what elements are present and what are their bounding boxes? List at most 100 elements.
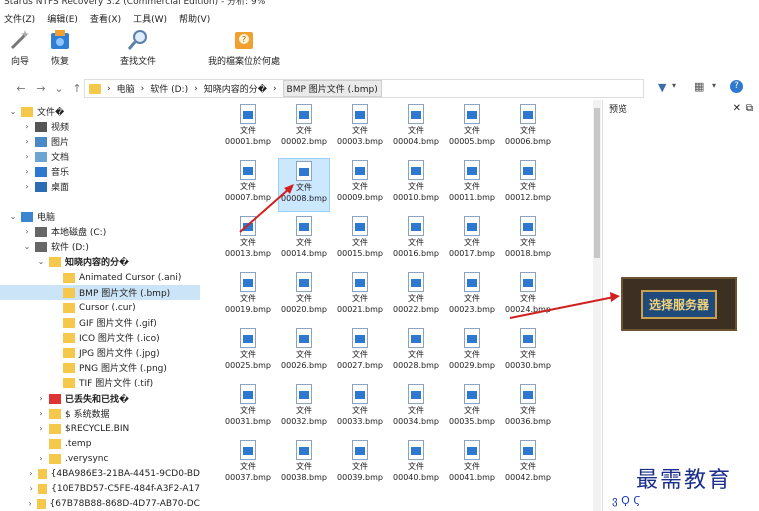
filter-dropdown-icon[interactable]: ▾ xyxy=(672,81,676,90)
tree-item[interactable]: ICO 图片文件 (.ico) xyxy=(0,330,200,345)
file-item[interactable]: 文件 00011.bmp xyxy=(446,158,498,212)
tree-item[interactable]: GIF 图片文件 (.gif) xyxy=(0,315,200,330)
tree-item[interactable]: › .verysync xyxy=(0,451,200,466)
file-item[interactable]: 文件 00004.bmp xyxy=(390,102,442,156)
back-arrow-icon[interactable]: ← xyxy=(14,82,28,95)
file-item[interactable]: 文件 00031.bmp xyxy=(222,382,274,436)
tree-toggle-icon[interactable]: › xyxy=(27,469,35,478)
tree-item[interactable]: › $RECYCLE.BIN xyxy=(0,421,200,436)
file-item[interactable]: 文件 00008.bmp xyxy=(278,158,330,212)
tree-toggle-icon[interactable]: ⌄ xyxy=(22,242,32,251)
tree-toggle-icon[interactable]: › xyxy=(22,137,32,146)
tree-toggle-icon[interactable]: › xyxy=(36,394,46,403)
grid-scrollbar[interactable] xyxy=(593,100,601,511)
tree-item[interactable]: › 本地磁盘 (C:) xyxy=(0,224,200,239)
file-item[interactable]: 文件 00022.bmp xyxy=(390,270,442,324)
tree-item[interactable]: › 音乐 xyxy=(0,164,200,179)
tree-item[interactable]: › 文档 xyxy=(0,149,200,164)
scrollbar-thumb[interactable] xyxy=(594,108,600,258)
file-item[interactable]: 文件 00002.bmp xyxy=(278,102,330,156)
file-item[interactable]: 文件 00019.bmp xyxy=(222,270,274,324)
breadcrumb[interactable]: › 电脑 › 软件 (D:) › 知晓内容的分� › BMP 图片文件 (.bmp) xyxy=(84,79,644,98)
tree-item[interactable]: › 桌面 xyxy=(0,179,200,194)
tree-item[interactable]: › 图片 xyxy=(0,134,200,149)
help-icon[interactable]: ? xyxy=(730,80,743,93)
up-arrow-icon[interactable]: ↑ xyxy=(70,82,84,95)
menu-item[interactable]: 文件(Z) xyxy=(4,12,35,25)
file-location-help-button[interactable]: ? 我的檔案位於何處 xyxy=(208,28,280,67)
chevron-down-icon[interactable]: ⌄ xyxy=(52,82,66,95)
tree-toggle-icon[interactable]: › xyxy=(22,122,32,131)
file-item[interactable]: 文件 00021.bmp xyxy=(334,270,386,324)
file-item[interactable]: 文件 00023.bmp xyxy=(446,270,498,324)
tree-item[interactable]: › {67B78B88-868D-4D77-AB70-DC xyxy=(0,496,200,511)
file-item[interactable]: 文件 00005.bmp xyxy=(446,102,498,156)
file-item[interactable]: 文件 00009.bmp xyxy=(334,158,386,212)
file-item[interactable]: 文件 00040.bmp xyxy=(390,438,442,492)
file-item[interactable]: 文件 00012.bmp xyxy=(502,158,554,212)
tree-toggle-icon[interactable]: › xyxy=(36,409,46,418)
tree-toggle-icon[interactable]: › xyxy=(36,454,46,463)
file-item[interactable]: 文件 00024.bmp xyxy=(502,270,554,324)
recover-button[interactable]: 恢复 xyxy=(48,28,72,67)
file-item[interactable]: 文件 00028.bmp xyxy=(390,326,442,380)
view-mode-icon[interactable]: ▦ xyxy=(694,80,704,93)
breadcrumb-item[interactable]: BMP 图片文件 (.bmp) xyxy=(282,80,382,97)
file-item[interactable]: 文件 00027.bmp xyxy=(334,326,386,380)
file-item[interactable]: 文件 00017.bmp xyxy=(446,214,498,268)
tree-item[interactable]: ⌄ 电脑 xyxy=(0,209,200,224)
tree-item[interactable]: TIF 图片文件 (.tif) xyxy=(0,375,200,390)
tree-item[interactable]: .temp xyxy=(0,436,200,451)
file-item[interactable]: 文件 00039.bmp xyxy=(334,438,386,492)
file-item[interactable]: 文件 00025.bmp xyxy=(222,326,274,380)
restore-icon[interactable]: ⧉ xyxy=(746,103,753,114)
tree-item[interactable]: ⌄ 文件� xyxy=(0,104,200,119)
file-item[interactable]: 文件 00041.bmp xyxy=(446,438,498,492)
tree-item[interactable]: PNG 图片文件 (.png) xyxy=(0,360,200,375)
file-item[interactable]: 文件 00015.bmp xyxy=(334,214,386,268)
file-item[interactable]: 文件 00006.bmp xyxy=(502,102,554,156)
file-item[interactable]: 文件 00033.bmp xyxy=(334,382,386,436)
file-item[interactable]: 文件 00010.bmp xyxy=(390,158,442,212)
tree-toggle-icon[interactable]: › xyxy=(27,484,35,493)
tree-item[interactable]: ⌄ 软件 (D:) xyxy=(0,239,200,254)
file-item[interactable]: 文件 00026.bmp xyxy=(278,326,330,380)
file-item[interactable]: 文件 00032.bmp xyxy=(278,382,330,436)
menu-item[interactable]: 帮助(V) xyxy=(179,12,210,25)
file-item[interactable]: 文件 00020.bmp xyxy=(278,270,330,324)
tree-toggle-icon[interactable]: › xyxy=(22,167,32,176)
tree-item[interactable]: BMP 图片文件 (.bmp) xyxy=(0,285,200,300)
tree-toggle-icon[interactable]: › xyxy=(26,499,33,508)
breadcrumb-item[interactable]: 电脑 xyxy=(117,82,135,95)
menu-item[interactable]: 工具(W) xyxy=(133,12,167,25)
tree-item[interactable]: › 已丢失和已找� xyxy=(0,391,200,406)
file-item[interactable]: 文件 00003.bmp xyxy=(334,102,386,156)
file-item[interactable]: 文件 00014.bmp xyxy=(278,214,330,268)
file-item[interactable]: 文件 00013.bmp xyxy=(222,214,274,268)
tree-item[interactable]: › {10E7BD57-C5FE-484f-A3F2-A17 xyxy=(0,481,200,496)
file-item[interactable]: 文件 00038.bmp xyxy=(278,438,330,492)
tree-toggle-icon[interactable]: ⌄ xyxy=(36,257,46,266)
forward-arrow-icon[interactable]: → xyxy=(34,82,48,95)
tree-toggle-icon[interactable]: › xyxy=(22,152,32,161)
tree-toggle-icon[interactable]: › xyxy=(36,424,46,433)
tree-item[interactable]: › {4BA986E3-21BA-4451-9CD0-BD xyxy=(0,466,200,481)
file-item[interactable]: 文件 00042.bmp xyxy=(502,438,554,492)
tree-item[interactable]: Animated Cursor (.ani) xyxy=(0,270,200,285)
file-item[interactable]: 文件 00029.bmp xyxy=(446,326,498,380)
file-item[interactable]: 文件 00036.bmp xyxy=(502,382,554,436)
tree-item[interactable]: Cursor (.cur) xyxy=(0,300,200,315)
file-item[interactable]: 文件 00001.bmp xyxy=(222,102,274,156)
file-item[interactable]: 文件 00030.bmp xyxy=(502,326,554,380)
filter-icon[interactable]: ▼ xyxy=(658,81,666,94)
find-files-button[interactable]: 查找文件 xyxy=(120,28,156,67)
menu-item[interactable]: 查看(X) xyxy=(90,12,121,25)
tree-toggle-icon[interactable]: › xyxy=(22,227,32,236)
breadcrumb-item[interactable]: 软件 (D:) xyxy=(150,82,188,95)
tree-item[interactable]: ⌄ 知晓内容的分� xyxy=(0,254,200,269)
tree-item[interactable]: JPG 图片文件 (.jpg) xyxy=(0,345,200,360)
tree-item[interactable]: › $ 系统数据 xyxy=(0,406,200,421)
view-dropdown-icon[interactable]: ▾ xyxy=(712,81,716,90)
tree-toggle-icon[interactable]: ⌄ xyxy=(8,107,18,116)
file-item[interactable]: 文件 00037.bmp xyxy=(222,438,274,492)
